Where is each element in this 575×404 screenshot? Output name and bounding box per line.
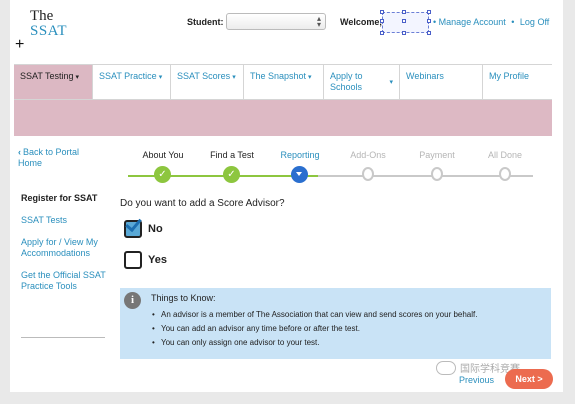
step-label: Find a Test xyxy=(210,150,254,160)
updown-arrows-icon: ▴ ▾ xyxy=(316,14,321,29)
bullet-separator: • xyxy=(433,17,437,27)
page: The SSAT + Student: ▴ ▾ Welcome, • Manage… xyxy=(10,0,563,392)
pending-step-icon xyxy=(431,167,443,181)
step-label: Add-Ons xyxy=(350,150,386,160)
info-item: You can add an advisor any time before o… xyxy=(152,322,477,336)
resize-handle xyxy=(402,10,406,14)
nav-item-apply-to-schools[interactable]: Apply to Schools ▾ xyxy=(324,65,400,99)
sidebar-item-ssat-tests[interactable]: SSAT Tests xyxy=(21,215,106,226)
caret-down-icon: ▾ xyxy=(232,74,236,81)
step-find-a-test: Find a Test ✓ xyxy=(197,150,267,183)
nav-item-the-snapshot[interactable]: The Snapshot ▾ xyxy=(244,65,324,99)
checkbox-no[interactable] xyxy=(124,214,142,238)
resize-handle xyxy=(380,10,384,14)
manage-account-link[interactable]: Manage Account xyxy=(439,17,506,27)
nav-item-label: SSAT Testing xyxy=(20,71,74,81)
step-payment: Payment xyxy=(402,150,472,181)
logo-the: The xyxy=(30,8,54,24)
nav-item-label: The Snapshot xyxy=(250,71,307,81)
step-label: Reporting xyxy=(280,150,320,160)
resize-handle xyxy=(380,31,384,35)
previous-link[interactable]: Previous xyxy=(459,375,494,385)
info-list: An advisor is a member of The Associatio… xyxy=(152,308,477,350)
step-all-done: All Done xyxy=(470,150,540,181)
resize-handle xyxy=(427,10,431,14)
welcome-label: Welcome, xyxy=(340,17,382,27)
things-to-know-box: i Things to Know: An advisor is a member… xyxy=(120,288,551,359)
info-icon: i xyxy=(124,292,141,309)
step-label: Payment xyxy=(419,150,455,160)
sidebar: Register for SSAT SSAT Tests Apply for /… xyxy=(21,193,106,303)
resize-handle xyxy=(427,31,431,35)
ssat-logo[interactable]: The SSAT xyxy=(30,9,67,39)
question-text: Do you want to add a Score Advisor? xyxy=(120,198,285,209)
nav-item-webinars[interactable]: Webinars xyxy=(400,65,483,99)
sidebar-item-register[interactable]: Register for SSAT xyxy=(21,193,106,204)
sidebar-divider xyxy=(21,337,105,338)
page-banner xyxy=(14,100,552,136)
caret-down-icon: ▾ xyxy=(389,79,393,86)
current-step-icon xyxy=(291,166,308,183)
info-item: You can only assign one advisor to your … xyxy=(152,336,477,350)
checkmark-icon xyxy=(125,214,142,233)
step-add-ons: Add-Ons xyxy=(333,150,403,181)
pending-step-icon xyxy=(499,167,511,181)
main-nav: SSAT Testing ▾ SSAT Practice ▾ SSAT Scores… xyxy=(14,64,552,100)
nav-item-label: Webinars xyxy=(406,71,444,81)
nav-item-label: SSAT Scores xyxy=(177,71,231,81)
student-label: Student: xyxy=(187,17,224,27)
nav-item-ssat-testing[interactable]: SSAT Testing ▾ xyxy=(14,65,93,99)
caret-down-icon: ▾ xyxy=(158,74,163,81)
wechat-icon xyxy=(436,360,456,375)
resize-handle xyxy=(402,19,406,23)
step-label: All Done xyxy=(487,150,523,160)
chevron-left-icon: ‹ xyxy=(18,147,21,157)
next-button[interactable]: Next > xyxy=(505,369,553,389)
resize-handle xyxy=(402,31,406,35)
logo-ssat: SSAT xyxy=(30,23,68,39)
nav-item-label: SSAT Practice xyxy=(99,71,157,81)
caret-down-icon: ▾ xyxy=(75,74,80,81)
step-label: About You xyxy=(142,150,184,160)
option-yes[interactable]: Yes xyxy=(124,251,167,269)
step-reporting: Reporting xyxy=(265,150,335,183)
nav-item-ssat-practice[interactable]: SSAT Practice ▾ xyxy=(93,65,171,99)
sidebar-item-accommodations[interactable]: Apply for / View My Accommodations xyxy=(21,237,106,259)
nav-item-label: Apply to Schools xyxy=(330,71,363,92)
check-icon: ✓ xyxy=(154,166,171,183)
pending-step-icon xyxy=(362,167,374,181)
crosshair-cursor-icon: + xyxy=(15,36,25,53)
account-links: • Manage Account • Log Off xyxy=(433,17,549,27)
option-label: No xyxy=(148,223,163,235)
info-title: Things to Know: xyxy=(151,293,216,303)
nav-item-label: My Profile xyxy=(489,71,530,81)
back-to-portal-link[interactable]: ‹ Back to Portal Home xyxy=(18,147,98,169)
nav-item-my-profile[interactable]: My Profile xyxy=(483,65,552,99)
option-no[interactable]: No xyxy=(124,214,163,238)
resize-handle xyxy=(380,19,384,23)
log-off-link[interactable]: Log Off xyxy=(520,17,549,27)
username-redacted-box xyxy=(380,10,431,35)
option-label: Yes xyxy=(148,254,167,266)
student-select[interactable]: ▴ ▾ xyxy=(226,13,326,30)
resize-handle xyxy=(427,19,431,23)
caret-down-icon: ▾ xyxy=(308,74,312,81)
step-about-you: About You ✓ xyxy=(128,150,198,183)
back-link-label: Back to Portal Home xyxy=(18,147,80,168)
nav-item-ssat-scores[interactable]: SSAT Scores ▾ xyxy=(171,65,244,99)
bullet-separator: • xyxy=(511,17,515,27)
info-item: An advisor is a member of The Associatio… xyxy=(152,308,477,322)
check-icon: ✓ xyxy=(223,166,240,183)
checkbox-yes[interactable] xyxy=(124,251,142,269)
sidebar-item-practice-tools[interactable]: Get the Official SSAT Practice Tools xyxy=(21,270,106,292)
